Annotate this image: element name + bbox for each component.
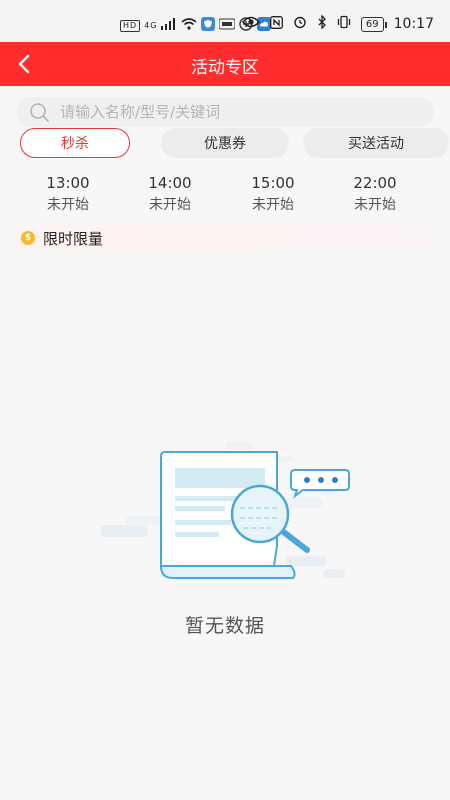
app-icon (218, 18, 236, 33)
tab-flash-sale[interactable]: 秒杀 (20, 128, 130, 158)
coin-icon: $ (21, 231, 35, 245)
nfc-icon (269, 15, 283, 33)
slot-status: 未开始 (149, 197, 191, 213)
activity-tabs: 秒杀 优惠券 买送活动 (20, 128, 450, 160)
network-type-label: 4G (144, 21, 158, 30)
shield-app-icon (201, 17, 216, 34)
limited-offer-label: 限时限量 (43, 229, 104, 248)
document-text-line (175, 506, 225, 511)
slot-time: 13:00 (46, 174, 90, 192)
vibrate-icon (337, 15, 351, 33)
search-icon (30, 103, 49, 122)
time-slot[interactable]: 22:00 未开始 (330, 172, 420, 216)
slot-time: 15:00 (251, 174, 295, 192)
document-text-line (175, 520, 231, 525)
slot-status: 未开始 (252, 197, 294, 213)
empty-document-magnifier-illustration (100, 442, 350, 579)
empty-state-message: 暂无数据 (184, 615, 265, 637)
battery-icon: 69 (360, 16, 387, 32)
page-title: 活动专区 (191, 58, 259, 78)
search-input[interactable] (60, 103, 420, 121)
slot-status: 未开始 (354, 197, 396, 213)
alarm-icon (293, 15, 307, 33)
bluetooth-icon (317, 14, 327, 33)
tab-buy-get-free[interactable]: 买送活动 (303, 128, 449, 158)
document-text-line (175, 532, 219, 537)
time-slot-bar: 13:00 未开始 14:00 未开始 15:00 未开始 22:00 未开始 (0, 172, 450, 222)
status-bar: HD 4G 69 10:17 (0, 0, 450, 42)
hd-label: HD (120, 19, 141, 32)
clock-time: 10:17 (393, 16, 434, 32)
slot-time: 14:00 (148, 174, 192, 192)
status-right: 69 10:17 (241, 14, 434, 33)
document-scroll-bottom (159, 565, 296, 579)
signal-icon (161, 18, 177, 33)
document-header-block (175, 468, 265, 488)
app-header: 活动专区 (0, 42, 450, 86)
time-slot[interactable]: 14:00 未开始 (125, 172, 215, 216)
time-slot[interactable]: 13:00 未开始 (23, 172, 113, 216)
time-slot[interactable]: 15:00 未开始 (228, 172, 318, 216)
slot-status: 未开始 (47, 197, 89, 213)
slot-time: 22:00 (353, 174, 397, 192)
document-text-line (175, 496, 241, 501)
eye-icon (241, 16, 260, 32)
speech-bubble (290, 469, 350, 499)
tab-coupons[interactable]: 优惠券 (161, 128, 289, 158)
limited-offer-banner: $ 限时限量 (16, 226, 434, 250)
search-bar[interactable] (16, 97, 434, 127)
wifi-icon (181, 18, 198, 33)
